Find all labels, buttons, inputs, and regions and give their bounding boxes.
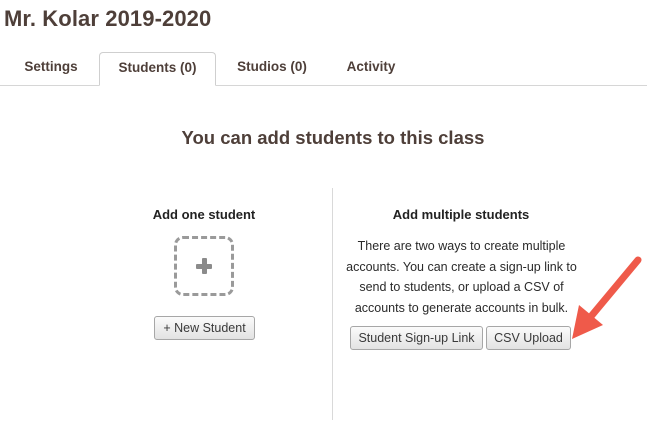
tab-activity[interactable]: Activity [331, 52, 411, 85]
add-students-heading: You can add students to this class [181, 127, 485, 148]
add-one-student-title: Add one student [152, 207, 256, 222]
add-student-box[interactable] [174, 236, 234, 296]
add-multiple-students-title: Add multiple students [392, 207, 530, 222]
tab-studios[interactable]: Studios (0) [226, 52, 318, 85]
tab-bar: Settings Students (0) Studios (0) Activi… [0, 52, 647, 86]
csv-upload-button[interactable]: CSV Upload [486, 326, 571, 350]
page: Mr. Kolar 2019-2020 Settings Students (0… [0, 0, 647, 424]
add-multiple-description: There are two ways to create multiple ac… [346, 239, 577, 315]
student-signup-link-button[interactable]: Student Sign-up Link [350, 326, 483, 350]
new-student-button[interactable]: + New Student [154, 316, 255, 340]
arrow-pointer-icon [572, 256, 642, 339]
column-divider [332, 188, 333, 420]
tab-settings[interactable]: Settings [12, 52, 90, 85]
tab-students[interactable]: Students (0) [99, 52, 216, 86]
class-title: Mr. Kolar 2019-2020 [4, 6, 212, 31]
